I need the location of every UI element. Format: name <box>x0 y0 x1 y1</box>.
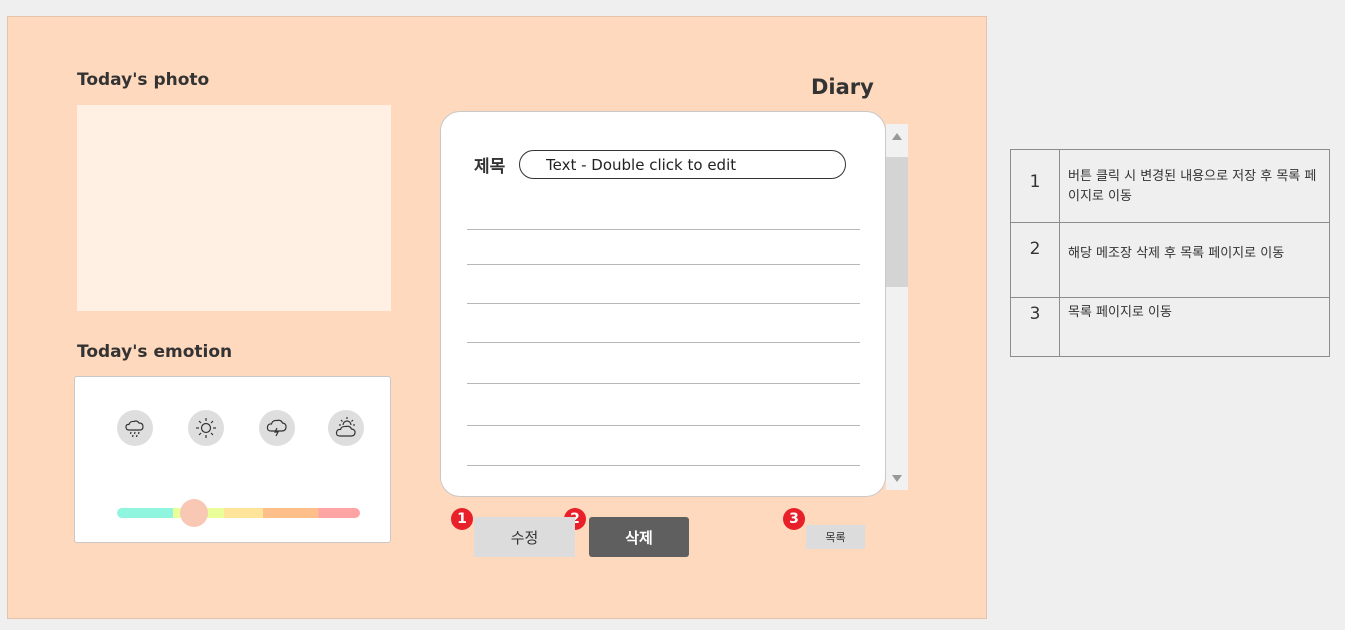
title-label: 제목 <box>474 157 506 177</box>
annotation-badge-1: 1 <box>451 508 473 530</box>
legend-description: 버튼 클릭 시 변경된 내용으로 저장 후 목록 페이지로 이동 <box>1059 149 1330 223</box>
thunder-cloud-icon[interactable] <box>259 410 295 446</box>
emotion-slider-thumb[interactable] <box>180 499 208 527</box>
scrollbar-thumb[interactable] <box>886 157 908 287</box>
photo-placeholder[interactable] <box>77 105 391 311</box>
diary-ruled-line <box>467 264 860 265</box>
sun-icon[interactable] <box>188 410 224 446</box>
list-button[interactable]: 목록 <box>806 525 865 549</box>
wireframe-artboard: Today's photo Today's emotion Diary 제목 T… <box>7 16 987 619</box>
rain-cloud-icon[interactable] <box>117 410 153 446</box>
diary-scrollbar[interactable] <box>886 124 908 490</box>
scroll-up-arrow-icon[interactable] <box>892 133 902 140</box>
diary-ruled-line <box>467 303 860 304</box>
legend-number: 1 <box>1010 149 1060 223</box>
diary-ruled-line <box>467 465 860 466</box>
delete-button[interactable]: 삭제 <box>589 517 689 557</box>
legend-row: 2 해당 메조장 삭제 후 목록 페이지로 이동 <box>1010 222 1330 298</box>
emotion-section-title: Today's emotion <box>77 342 233 362</box>
legend-row: 1 버튼 클릭 시 변경된 내용으로 저장 후 목록 페이지로 이동 <box>1010 149 1330 223</box>
scroll-down-arrow-icon[interactable] <box>892 475 902 482</box>
emotion-slider-track[interactable] <box>117 508 360 518</box>
edit-button[interactable]: 수정 <box>474 517 575 557</box>
diary-heading: Diary <box>811 75 874 99</box>
photo-section-title: Today's photo <box>77 70 210 90</box>
diary-ruled-line <box>467 425 860 426</box>
title-input[interactable] <box>519 150 846 179</box>
legend-number: 2 <box>1010 222 1060 298</box>
annotation-badge-3: 3 <box>783 508 805 530</box>
diary-ruled-line <box>467 342 860 343</box>
diary-card: 제목 <box>440 111 886 497</box>
emotion-card <box>74 376 391 543</box>
partly-sunny-icon[interactable] <box>328 410 364 446</box>
diary-ruled-line <box>467 229 860 230</box>
annotation-legend-table: 1 버튼 클릭 시 변경된 내용으로 저장 후 목록 페이지로 이동 2 해당 … <box>1010 149 1330 357</box>
legend-description: 목록 페이지로 이동 <box>1059 297 1330 357</box>
legend-description: 해당 메조장 삭제 후 목록 페이지로 이동 <box>1059 222 1330 298</box>
legend-number: 3 <box>1010 297 1060 357</box>
legend-row: 3 목록 페이지로 이동 <box>1010 297 1330 357</box>
diary-ruled-line <box>467 383 860 384</box>
